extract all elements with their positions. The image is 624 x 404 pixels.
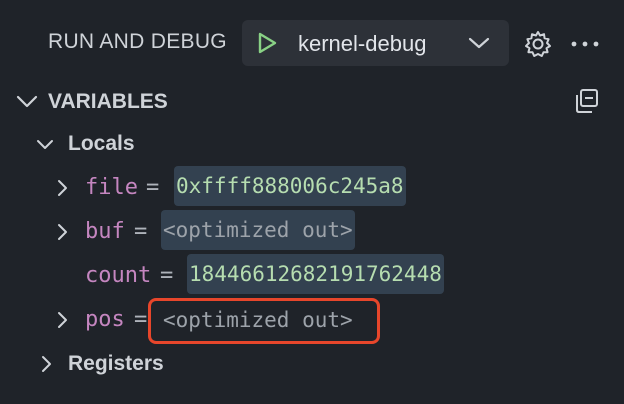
annotation-highlight-box — [148, 298, 380, 344]
more-icon[interactable] — [570, 40, 600, 48]
variables-section-header[interactable]: VARIABLES — [0, 82, 624, 120]
equals-sign: = — [160, 263, 174, 288]
chevron-down-icon — [16, 95, 38, 108]
chevron-right-icon[interactable] — [54, 223, 72, 241]
play-icon[interactable] — [256, 32, 278, 54]
gear-icon[interactable] — [522, 28, 554, 60]
chevron-right-icon[interactable] — [38, 355, 56, 373]
chevron-right-icon[interactable] — [54, 179, 72, 197]
variable-name: count — [85, 263, 152, 288]
variable-row-count[interactable]: count = 18446612682191762448 — [0, 254, 624, 298]
variable-value[interactable]: 0xffff888006c245a8 — [174, 166, 406, 206]
tree-group-locals[interactable]: Locals — [0, 122, 624, 166]
section-title: VARIABLES — [48, 90, 168, 113]
variable-name: file — [85, 175, 138, 200]
chevron-down-icon[interactable] — [468, 34, 490, 52]
group-label: Registers — [68, 352, 164, 375]
group-label: Locals — [68, 132, 135, 155]
chevron-right-icon[interactable] — [54, 311, 72, 329]
variable-value[interactable]: <optimized out> — [161, 210, 355, 250]
variable-name: pos — [85, 307, 125, 332]
variable-row-buf[interactable]: buf = <optimized out> — [0, 210, 624, 254]
variable-name: buf — [85, 219, 125, 244]
collapse-all-icon[interactable] — [572, 88, 600, 114]
launch-config-dropdown[interactable]: kernel-debug — [242, 20, 509, 66]
tree-group-registers[interactable]: Registers — [0, 342, 624, 386]
equals-sign: = — [134, 307, 148, 332]
launch-config-label: kernel-debug — [298, 31, 427, 56]
equals-sign: = — [134, 219, 148, 244]
variable-value[interactable]: 18446612682191762448 — [187, 254, 444, 294]
variable-row-file[interactable]: file = 0xffff888006c245a8 — [0, 166, 624, 210]
equals-sign: = — [146, 175, 160, 200]
view-title: RUN AND DEBUG — [48, 30, 227, 53]
run-and-debug-header: RUN AND DEBUG kernel-debug — [0, 0, 624, 88]
chevron-down-icon[interactable] — [36, 136, 54, 154]
